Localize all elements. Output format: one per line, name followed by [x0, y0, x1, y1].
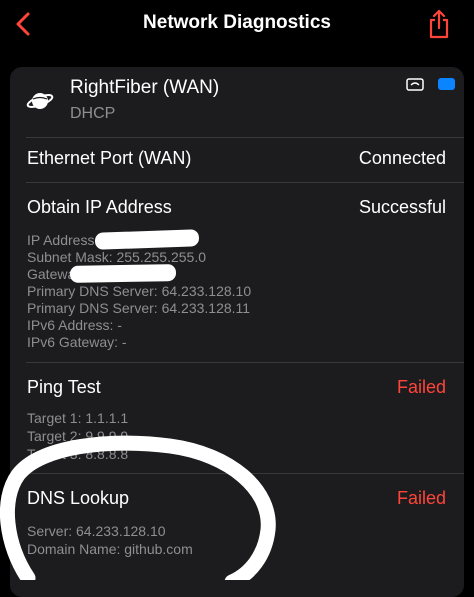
ping-test-status: Failed — [396, 377, 446, 397]
obtain-ip-label: Obtain IP Address — [27, 197, 172, 217]
dns-domain-detail: Domain Name: github.com — [27, 541, 193, 557]
ipv6-gateway-detail: IPv6 Gateway: - — [27, 334, 127, 350]
diagnostics-card: RightFiber (WAN) DHCP Ethernet Port (WAN… — [10, 67, 464, 597]
page-title: Network Diagnostics — [143, 12, 331, 33]
ethernet-port-label: Ethernet Port (WAN) — [27, 148, 192, 168]
divider — [26, 473, 464, 474]
share-button[interactable] — [424, 8, 454, 40]
subnet-mask-detail: Subnet Mask: 255.255.255.0 — [27, 249, 207, 265]
divider — [26, 362, 464, 363]
ipv6-address-detail: IPv6 Address: - — [27, 317, 122, 333]
ping-target: Target 3: 8.8.8.8 — [27, 446, 129, 462]
ping-target: Target 2: 9.9.9.9 — [27, 428, 129, 444]
dns-lookup-label: DNS Lookup — [27, 488, 130, 508]
wan-type: DHCP — [70, 105, 116, 122]
wan-name: RightFiber (WAN) — [70, 77, 220, 98]
navigation-bar: Network Diagnostics — [0, 0, 474, 50]
redaction-mark — [69, 264, 177, 283]
obtain-ip-status: Successful — [358, 197, 446, 217]
ethernet-status: Connected — [358, 148, 446, 168]
divider — [26, 182, 464, 183]
primary-dns-detail: Primary DNS Server: 64.233.128.11 — [27, 300, 251, 316]
share-icon — [429, 9, 449, 39]
ip-address-detail: IP Address: — [27, 232, 99, 248]
primary-dns-detail: Primary DNS Server: 64.233.128.10 — [27, 283, 252, 299]
divider — [26, 137, 464, 138]
ping-test-label: Ping Test — [27, 377, 101, 397]
dns-server-detail: Server: 64.233.128.10 — [27, 523, 166, 539]
dns-lookup-status: Failed — [396, 488, 446, 508]
router-icon[interactable] — [406, 77, 424, 91]
globe-icon — [26, 93, 54, 109]
ping-target: Target 1: 1.1.1.1 — [27, 410, 129, 426]
connection-indicator[interactable] — [438, 78, 455, 90]
redaction-mark — [94, 229, 200, 250]
